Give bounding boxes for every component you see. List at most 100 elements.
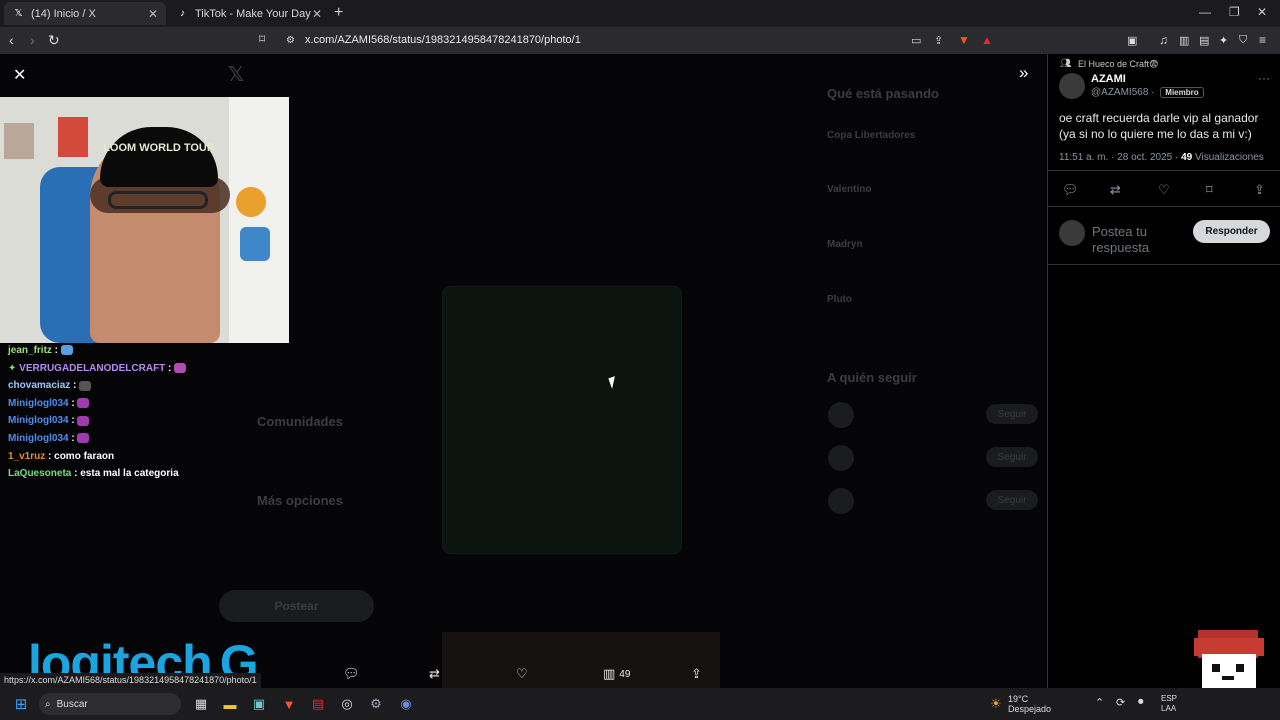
post-time[interactable]: 11:51 a. m. · 28 oct. 2025 · [1059,152,1178,163]
glasses [108,191,208,209]
store-icon[interactable]: ▣ [251,696,267,712]
follow-title: A quién seguir [827,370,917,385]
tab-x-home[interactable]: 𝕏 (14) Inicio / X ✕ [4,2,166,25]
forward-icon[interactable]: › [30,32,35,48]
repost-icon[interactable]: ⇄ [429,666,440,682]
reply-input[interactable]: Postea tu respuesta [1092,224,1182,254]
trending-title: Qué está pasando [827,86,939,101]
brave-rewards-icon[interactable]: ▲ [981,33,993,47]
follow-button: Seguir [986,490,1038,510]
post-views: 49 [1181,152,1193,163]
chat-message: chovamaciaz : [8,377,288,395]
extensions-icon[interactable]: ▣ [1127,34,1137,47]
like-icon[interactable]: ♡ [516,666,528,682]
tab-title: (14) Inicio / X [31,7,96,20]
stream-chat: jean_fritz : ✦ VERRUGADELANODELCRAFT : c… [8,342,288,483]
chat-message: Miniglogl034 : [8,412,288,430]
tray-chevron-icon[interactable]: ⌃ [1095,696,1104,709]
views-count: 49 [619,668,631,680]
settings-icon[interactable]: ⚙ [368,696,384,712]
repost-icon[interactable]: ⇄ [1110,182,1121,198]
cast-icon[interactable]: ▭ [911,34,921,47]
post-button-dim: Postear [219,590,374,622]
leo-ai-icon[interactable]: ✦ [1219,34,1228,47]
follow-avatar [828,402,854,428]
new-tab-icon[interactable]: + [334,4,343,22]
close-window-icon[interactable]: ✕ [1257,5,1267,19]
windows-taskbar: ⊞ ⌕ Buscar ▦ ▬ ▣ ▼ ▤ ◎ ⚙ ◉ ☀ 19°C Despejad… [0,688,1280,720]
dim-post-image [442,286,682,554]
author-handle[interactable]: @AZAMI568 [1091,87,1148,98]
tab-title: TikTok - Make Your Day [195,7,311,20]
divider [1048,206,1280,207]
chat-user: LaQuesoneta [8,468,72,480]
lang-secondary: LAA [1161,704,1177,713]
share-post-icon[interactable]: ⇪ [1254,182,1265,198]
close-photo-icon[interactable]: ✕ [13,65,26,85]
close-tab-icon[interactable]: ✕ [148,7,158,21]
brave-browser-icon[interactable]: ▼ [281,696,297,712]
chat-text: esta mal la categoria [80,468,179,480]
chat-message: LaQuesoneta : esta mal la categoria [8,468,179,480]
wallet-icon[interactable]: ▤ [1199,34,1209,47]
microphone-icon[interactable]: ⏺ [1138,696,1144,709]
chat-user: chovamaciaz [8,380,71,392]
reply-icon[interactable]: 💬︎ [1062,182,1079,198]
views-stat[interactable]: ▥ 49 [603,666,630,682]
brave-shield-icon[interactable]: ▼ [958,33,970,47]
reload-icon[interactable]: ↻ [48,32,60,49]
emote-icon [79,380,92,391]
reply-icon[interactable]: 💬︎ [343,666,360,682]
share-post-icon[interactable]: ⇪ [691,666,702,682]
emote-icon [174,362,187,373]
share-icon[interactable]: ⇪ [934,34,943,47]
views-icon: ▥ [603,666,616,681]
chat-message: Miniglogl034 : [8,395,288,413]
chat-user: jean_fritz [8,345,52,356]
expand-panel-icon[interactable]: » [1019,63,1028,83]
bookmark-icon[interactable]: ⌑ [259,32,265,46]
author-name[interactable]: AZAMI [1091,73,1126,85]
obs-icon[interactable]: ◎ [339,696,355,712]
reply-button[interactable]: Responder [1193,220,1270,243]
address-bar[interactable]: x.com/AZAMI568/status/198321495847824187… [305,34,581,46]
chat-user: Miniglogl034 [8,397,69,409]
dim-post-image [442,632,720,688]
taskbar-search[interactable]: ⌕ Buscar [39,693,181,715]
minimize-icon[interactable]: — [1199,5,1211,19]
bookmark-post-icon[interactable]: ⌑ [1206,182,1213,198]
task-view-icon[interactable]: ▦ [193,696,209,712]
like-icon[interactable]: ♡ [1158,182,1170,198]
follow-button: Seguir [986,447,1038,467]
discord-icon[interactable]: ◉ [398,696,414,712]
x-logo-dim-icon: 𝕏 [228,64,245,86]
trend-item: Pluto [827,294,852,305]
tab-tiktok[interactable]: ♪ TikTok - Make Your Day ✕ [168,2,330,25]
sidebar-icon[interactable]: ▥ [1179,34,1189,47]
follow-avatar [828,445,854,471]
media-app-icon[interactable]: ▤ [310,696,326,712]
weather-widget[interactable]: 19°C Despejado [1008,694,1051,714]
file-explorer-icon[interactable]: ▬ [222,696,238,712]
chat-user: Miniglogl034 [8,432,69,444]
community-label[interactable]: El Hueco de Craft😨 [1078,59,1158,70]
media-icon[interactable]: ♫ [1159,33,1168,47]
back-icon[interactable]: ‹ [9,32,14,48]
toy-figure [240,227,270,261]
toy-figure [236,187,266,217]
cap-logo: LOOM WORLD TOUR [100,127,218,187]
windows-start-icon[interactable]: ⊞ [13,696,29,713]
close-tab-icon[interactable]: ✕ [312,7,322,21]
maximize-icon[interactable]: ❐ [1229,5,1240,19]
site-info-icon[interactable]: ⚙ [286,35,295,46]
emote-icon [77,415,90,426]
vpn-icon[interactable]: ⛉ [1239,34,1247,47]
community-icon: 👥︎ [1060,58,1072,68]
more-options-icon[interactable]: ··· [1258,71,1270,85]
menu-icon[interactable]: ≡ [1259,33,1266,47]
x-logo-icon: 𝕏 [14,8,23,19]
shelf [229,97,289,343]
network-tray-icon[interactable]: ⟳ [1116,696,1125,709]
language-indicator[interactable]: ESP LAA [1161,694,1177,714]
avatar[interactable] [1059,73,1085,99]
